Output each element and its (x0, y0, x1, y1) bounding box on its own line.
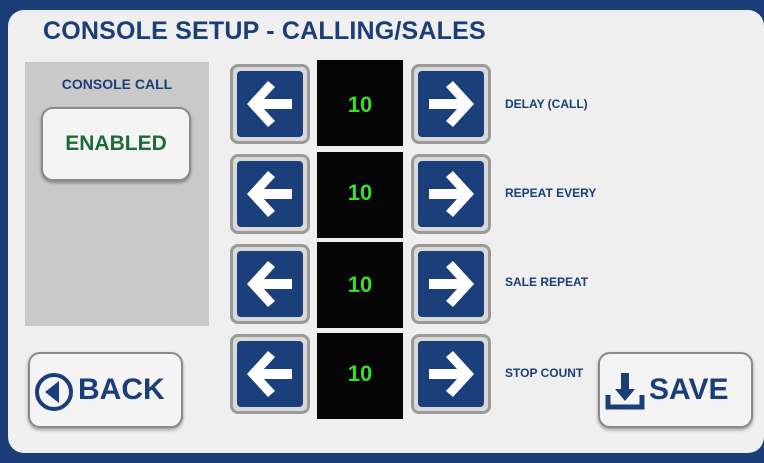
delay-call-decrement-button[interactable] (230, 64, 310, 144)
arrow-right-icon (429, 171, 474, 217)
arrow-left-icon (247, 261, 292, 307)
arrow-left-icon (247, 81, 292, 127)
stop-count-decrement-button[interactable] (230, 334, 310, 414)
stop-count-value-display: 10 (317, 333, 403, 419)
back-button[interactable]: BACK (28, 352, 183, 428)
console-call-panel: CONSOLE CALL (25, 62, 209, 326)
repeat-every-increment-button[interactable] (411, 154, 491, 234)
sale-repeat-value: 10 (347, 272, 373, 297)
stop-count-increment-button[interactable] (411, 334, 491, 414)
delay-call-increment-button[interactable] (411, 64, 491, 144)
arrow-left-icon (247, 351, 292, 397)
arrow-right-icon (429, 261, 474, 307)
sale-repeat-increment-button[interactable] (411, 244, 491, 324)
console-call-toggle-button[interactable]: ENABLED (41, 107, 191, 181)
delay-call-value-display: 10 (317, 60, 403, 146)
delay-call-value: 10 (347, 92, 373, 117)
stop-count-label: STOP COUNT (505, 366, 584, 380)
download-icon (605, 373, 645, 410)
arrow-left-icon (247, 171, 292, 217)
arrow-right-icon (429, 81, 474, 127)
delay-call-label: DELAY (CALL) (505, 97, 588, 111)
page-title: CONSOLE SETUP - CALLING/SALES (43, 17, 486, 45)
repeat-every-value-display: 10 (317, 152, 403, 238)
sale-repeat-label: SALE REPEAT (505, 275, 589, 289)
back-button-label: BACK (78, 373, 165, 406)
stop-count-value: 10 (347, 361, 373, 386)
sale-repeat-decrement-button[interactable] (230, 244, 310, 324)
circle-left-arrow-icon (35, 373, 73, 411)
repeat-every-decrement-button[interactable] (230, 154, 310, 234)
arrow-right-icon (429, 351, 474, 397)
sale-repeat-value-display: 10 (317, 242, 403, 328)
save-button[interactable]: SAVE (598, 352, 753, 428)
save-button-label: SAVE (649, 373, 729, 406)
console-call-label: CONSOLE CALL (61, 76, 173, 92)
repeat-every-label: REPEAT EVERY (505, 186, 597, 200)
repeat-every-value: 10 (347, 180, 373, 205)
